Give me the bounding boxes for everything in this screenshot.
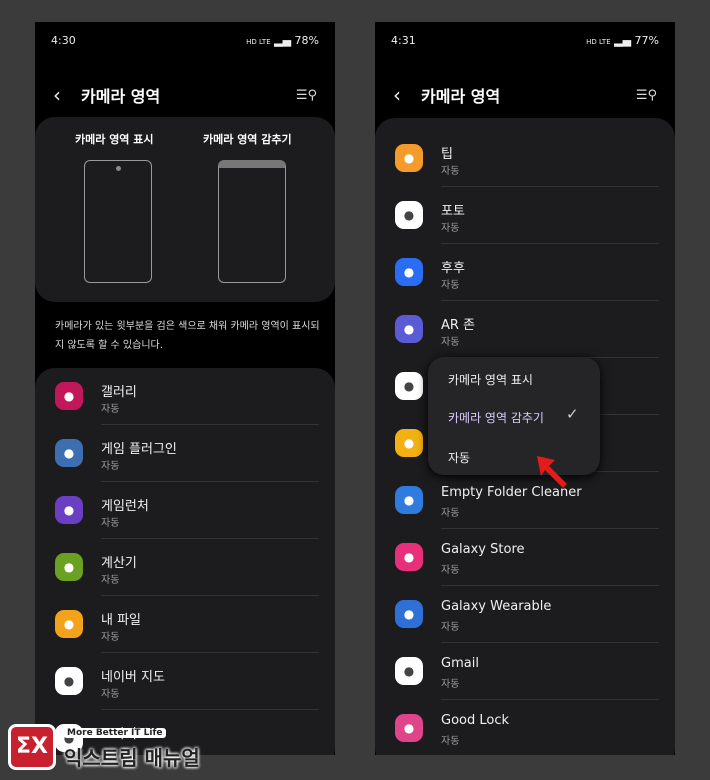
left-phone-screen: 4:30 HD LTE ▂▄ 78% ‹ 카메라 영역 ☰⚲ 카메라 영역 표시 카메…: [35, 22, 335, 755]
app-setting: 자동: [441, 223, 460, 234]
app-list: ● 갤러리 자동 ● 게임 플러그인 자동 ● 게임런처 자동 ● 계산기 자동…: [35, 368, 335, 755]
folder-icon: ●: [395, 429, 423, 457]
app-row[interactable]: ● Empty Folder Cleaner 자동: [375, 472, 675, 529]
ar-zone-icon: ●: [395, 315, 423, 343]
hide-label: 카메라 영역 감추기: [203, 133, 292, 146]
app-name: 포토: [441, 204, 465, 219]
network: HD LTE: [586, 37, 611, 46]
app-setting: 자동: [101, 575, 120, 586]
network: HD LTE: [246, 37, 271, 46]
option-auto[interactable]: 자동: [448, 449, 470, 466]
description: 카메라가 있는 윗부분을 검은 색으로 채워 카메라 영역이 표시되지 않도록 …: [55, 321, 320, 351]
app-name: 네이버 지도: [101, 670, 165, 685]
app-setting: 자동: [441, 280, 460, 291]
app-setting: 자동: [101, 689, 120, 700]
app-row[interactable]: ● Good Lock 자동: [375, 700, 675, 755]
tips-icon: ●: [395, 144, 423, 172]
app-setting: 자동: [441, 679, 460, 690]
show-label: 카메라 영역 표시: [75, 133, 154, 146]
search-list-icon[interactable]: ☰⚲: [636, 88, 657, 103]
red-arrow-annotation: [537, 456, 567, 488]
wear-icon: ●: [395, 600, 423, 628]
status-time: 4:30: [51, 33, 76, 47]
page-title: 카메라 영역: [421, 87, 501, 106]
app-row[interactable]: ● 후후 자동: [375, 244, 675, 301]
game-plugin-icon: ●: [55, 439, 83, 467]
app-row[interactable]: ● 팁 자동: [375, 130, 675, 187]
app-name: 후후: [441, 261, 465, 276]
battery: 77%: [634, 33, 659, 47]
app-name: Galaxy Store: [441, 542, 525, 557]
status-right: HD LTE ▂▄ 77%: [586, 33, 659, 47]
app-name: 게임런처: [101, 499, 149, 514]
app-name: Galaxy Wearable: [441, 599, 552, 614]
app-name: 갤러리: [101, 385, 137, 400]
search-list-icon[interactable]: ☰⚲: [296, 88, 317, 103]
store-icon: ●: [395, 543, 423, 571]
right-phone-screen: 4:31 HD LTE ▂▄ 77% ‹ 카메라 영역 ☰⚲ ● 팁 자동 ● 포토 …: [375, 22, 675, 755]
gmail-icon: ●: [395, 657, 423, 685]
app-row[interactable]: ● 갤러리 자동: [35, 368, 335, 425]
app-row[interactable]: ● AR 존 자동: [375, 301, 675, 358]
back-icon[interactable]: ‹: [393, 83, 401, 107]
app-setting: 자동: [441, 166, 460, 177]
naver-map-icon: ●: [55, 667, 83, 695]
my-files-icon: ●: [55, 610, 83, 638]
app-name: 내 파일: [101, 613, 142, 628]
app-name: AR 존: [441, 318, 476, 333]
app-row[interactable]: ● 내 파일 자동: [35, 596, 335, 653]
status-time: 4:31: [391, 33, 416, 47]
gallery-icon: ●: [55, 382, 83, 410]
app-row[interactable]: ● Gmail 자동: [375, 643, 675, 700]
app-row[interactable]: ● Galaxy Wearable 자동: [375, 586, 675, 643]
app-row[interactable]: ● 게임런처 자동: [35, 482, 335, 539]
app-name: 팁: [441, 147, 453, 162]
watermark-logo: ΣX More Better IT Life 익스트림 매뉴얼: [8, 722, 208, 772]
status-right: HD LTE ▂▄ 78%: [246, 33, 319, 47]
status-bar: 4:30 HD LTE ▂▄ 78%: [51, 32, 319, 48]
app-name: 게임 플러그인: [101, 442, 177, 457]
app-row[interactable]: ● 게임 플러그인 자동: [35, 425, 335, 482]
good-lock-icon: ●: [395, 714, 423, 742]
app-name: Good Lock: [441, 713, 510, 728]
app-setting: 자동: [101, 461, 120, 472]
watermark-icon: ΣX: [8, 724, 56, 770]
option-hide-selected[interactable]: 카메라 영역 감추기: [448, 409, 544, 426]
phone-hide-preview[interactable]: [218, 160, 286, 283]
status-bar: 4:31 HD LTE ▂▄ 77%: [391, 32, 659, 48]
app-setting: 자동: [101, 518, 120, 529]
app-setting: 자동: [441, 508, 460, 519]
app-row[interactable]: ● 네이버 지도 자동: [35, 653, 335, 710]
chrome-icon: ●: [395, 372, 423, 400]
whowho-icon: ●: [395, 258, 423, 286]
app-setting: 자동: [441, 337, 460, 348]
app-setting: 자동: [101, 632, 120, 643]
app-setting: 자동: [441, 622, 460, 633]
app-setting: 자동: [101, 404, 120, 415]
watermark-brand: 익스트림 매뉴얼: [64, 746, 200, 770]
app-setting: 자동: [441, 736, 460, 747]
calculator-icon: ●: [55, 553, 83, 581]
photos-icon: ●: [395, 201, 423, 229]
check-icon: ✓: [566, 405, 579, 423]
battery: 78%: [294, 33, 319, 47]
watermark-tagline: More Better IT Life: [64, 728, 166, 738]
preview-card: 카메라 영역 표시 카메라 영역 감추기: [35, 117, 335, 302]
app-name: 계산기: [101, 556, 137, 571]
back-icon[interactable]: ‹: [53, 83, 61, 107]
app-row[interactable]: ● 포토 자동: [375, 187, 675, 244]
phone-show-preview[interactable]: [84, 160, 152, 283]
option-show[interactable]: 카메라 영역 표시: [448, 371, 533, 388]
app-setting: 자동: [441, 565, 460, 576]
app-row[interactable]: ● Galaxy Store 자동: [375, 529, 675, 586]
game-launcher-icon: ●: [55, 496, 83, 524]
broom-icon: ●: [395, 486, 423, 514]
page-title: 카메라 영역: [81, 87, 161, 106]
app-row[interactable]: ● 계산기 자동: [35, 539, 335, 596]
app-name: Gmail: [441, 656, 479, 671]
